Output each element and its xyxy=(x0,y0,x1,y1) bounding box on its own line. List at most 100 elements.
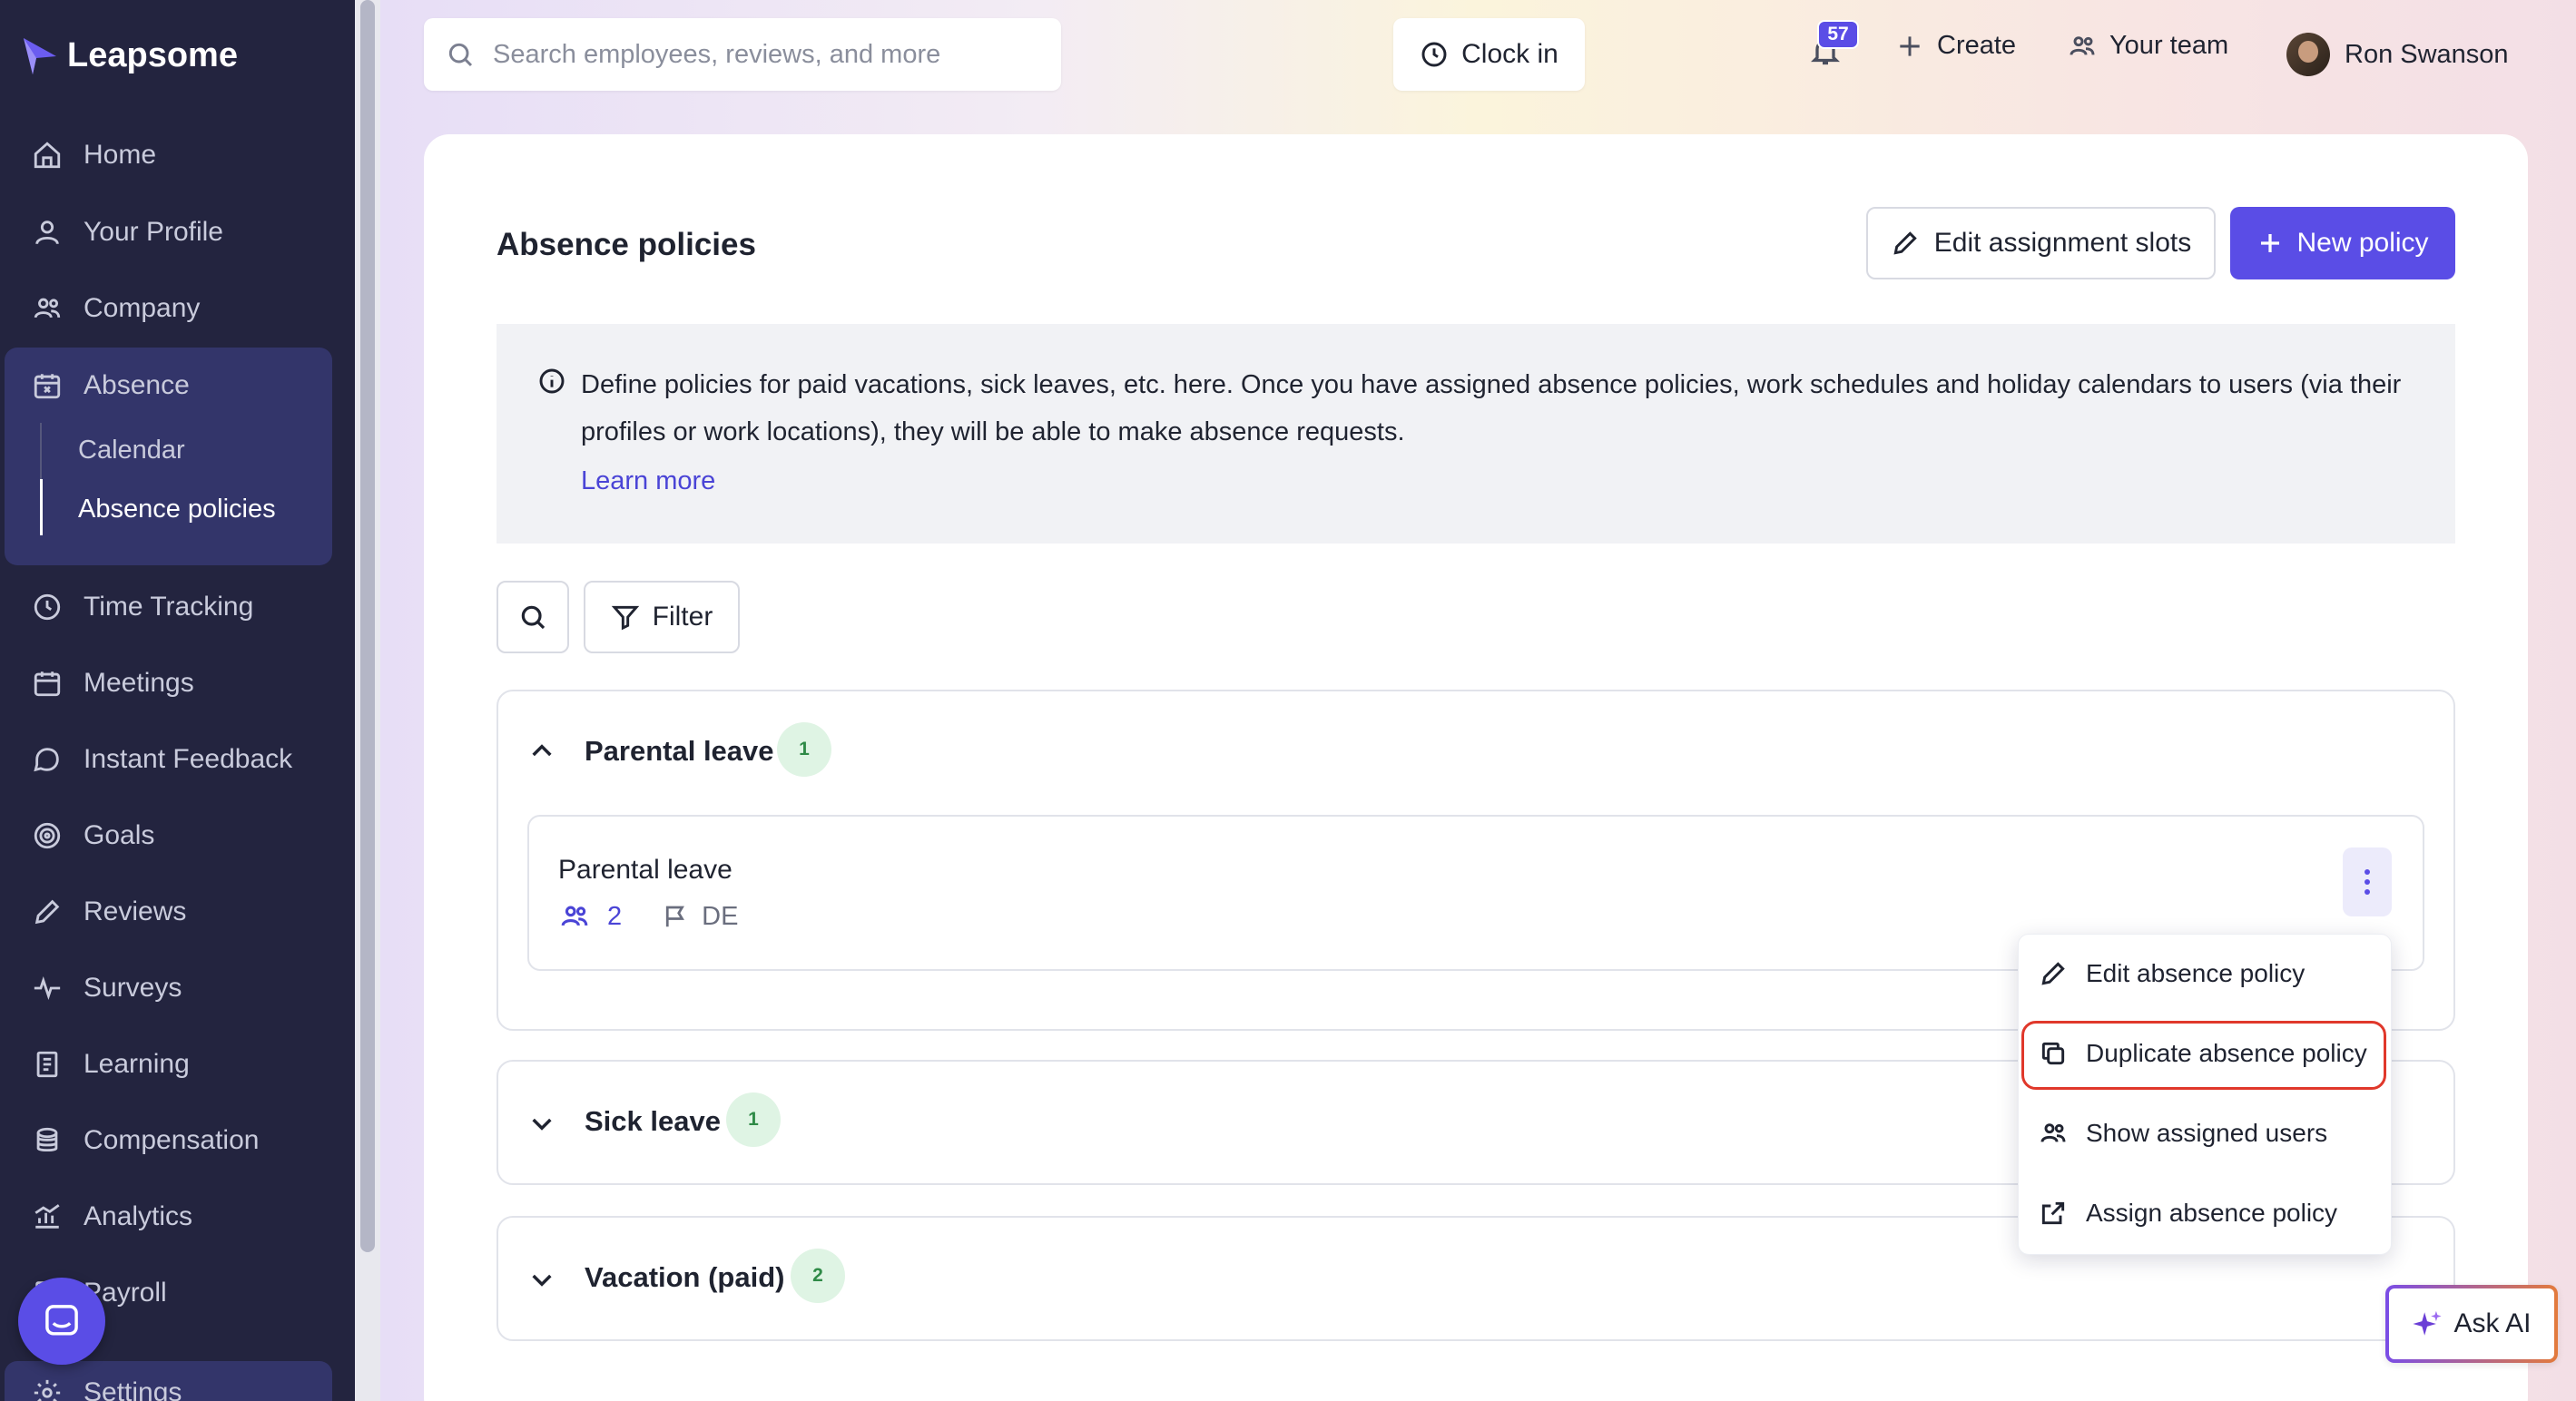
sidebar-item-surveys[interactable]: Surveys xyxy=(0,956,355,1020)
ask-ai-button[interactable]: Ask AI xyxy=(2385,1285,2558,1363)
sidebar: Leapsome Home Your Profile Company Absen… xyxy=(0,0,355,1401)
sidebar-item-meetings[interactable]: Meetings xyxy=(0,652,355,715)
country-code: DE xyxy=(702,901,739,931)
sidebar-item-time-tracking[interactable]: Time Tracking xyxy=(0,575,355,639)
pencil-icon xyxy=(2041,962,2065,985)
calendar-icon xyxy=(31,667,64,700)
sidebar-item-settings[interactable]: Settings xyxy=(0,1361,355,1401)
group-title[interactable]: Vacation (paid) xyxy=(585,1261,784,1294)
sidebar-item-label: Surveys xyxy=(84,973,182,1003)
ask-ai-label: Ask AI xyxy=(2453,1308,2532,1338)
sidebar-item-reviews[interactable]: Reviews xyxy=(0,880,355,944)
count-badge: 2 xyxy=(791,1249,845,1303)
duplicate-icon xyxy=(2041,1042,2065,1065)
sidebar-item-analytics[interactable]: Analytics xyxy=(0,1185,355,1249)
flag-icon xyxy=(666,906,685,927)
filter-icon xyxy=(611,605,639,631)
chevron-down-icon[interactable] xyxy=(527,1265,556,1294)
leapsome-logo-icon xyxy=(24,38,56,74)
sidebar-item-your-profile[interactable]: Your Profile xyxy=(0,201,355,264)
sidebar-item-label: Settings xyxy=(84,1377,182,1401)
search-icon xyxy=(521,605,546,630)
sidebar-item-label: Compensation xyxy=(84,1125,260,1155)
edit-assignment-slots-label: Edit assignment slots xyxy=(1933,228,2192,258)
your-team-label: Your team xyxy=(2109,31,2229,60)
sidebar-subitem-calendar[interactable]: Calendar xyxy=(78,436,185,465)
leapsome-logo[interactable]: Leapsome xyxy=(20,33,238,78)
assigned-users-count[interactable]: 2 xyxy=(558,901,622,932)
clock-icon xyxy=(1421,42,1447,67)
policy-name[interactable]: Parental leave xyxy=(558,855,732,886)
sidebar-item-instant-feedback[interactable]: Instant Feedback xyxy=(0,728,355,791)
global-search[interactable] xyxy=(424,18,1061,91)
new-policy-button[interactable]: New policy xyxy=(2230,207,2455,279)
your-team-button[interactable]: Your team xyxy=(2068,31,2228,61)
support-chat-button[interactable] xyxy=(18,1278,105,1365)
sidebar-item-label: Absence xyxy=(84,370,190,400)
analytics-icon xyxy=(31,1200,64,1233)
brand-name: Leapsome xyxy=(67,35,238,74)
search-input[interactable] xyxy=(493,39,1037,70)
group-title[interactable]: Parental leave xyxy=(585,735,774,768)
create-button[interactable]: Create xyxy=(1895,31,2016,61)
home-icon xyxy=(31,139,64,171)
sidebar-item-company[interactable]: Company xyxy=(0,277,355,340)
new-policy-label: New policy xyxy=(2296,228,2429,258)
info-icon xyxy=(537,367,566,396)
clock-in-button[interactable]: Clock in xyxy=(1393,18,1585,91)
calendar-x-icon xyxy=(31,369,64,402)
page-title: Absence policies xyxy=(497,227,756,262)
sidebar-item-label: Your Profile xyxy=(84,217,223,247)
sidebar-item-label: Learning xyxy=(84,1049,190,1079)
sidebar-item-label: Instant Feedback xyxy=(84,744,293,774)
user-menu[interactable]: Ron Swanson xyxy=(2286,33,2509,76)
sidebar-item-goals[interactable]: Goals xyxy=(0,804,355,867)
people-icon xyxy=(561,906,588,926)
menu-item-assign-absence-policy[interactable]: Assign absence policy xyxy=(2039,1199,2337,1228)
book-icon xyxy=(31,1048,64,1081)
more-options-button[interactable] xyxy=(2343,847,2392,916)
people-icon xyxy=(2040,1123,2066,1142)
avatar xyxy=(2286,33,2330,76)
sidebar-item-label: Company xyxy=(84,293,201,323)
sidebar-item-learning[interactable]: Learning xyxy=(0,1033,355,1096)
sidebar-subitem-absence-policies[interactable]: Absence policies xyxy=(78,495,276,524)
sidebar-item-label: Reviews xyxy=(84,896,187,926)
plus-icon xyxy=(2261,234,2280,252)
subnav-line xyxy=(40,423,42,479)
sidebar-item-label: Goals xyxy=(84,820,155,850)
sparkle-icon xyxy=(2413,1310,2443,1336)
learn-more-link[interactable]: Learn more xyxy=(581,466,715,496)
policy-country: DE xyxy=(662,902,738,932)
search-icon xyxy=(448,43,473,67)
menu-item-edit-absence-policy[interactable]: Edit absence policy xyxy=(2039,959,2305,988)
sidebar-item-label: Time Tracking xyxy=(84,592,254,622)
sidebar-scrollbar[interactable] xyxy=(360,0,375,1252)
sidebar-item-compensation[interactable]: Compensation xyxy=(0,1109,355,1172)
chevron-down-icon[interactable] xyxy=(527,1109,556,1138)
sidebar-item-label: Meetings xyxy=(84,668,194,698)
sidebar-item-label: Analytics xyxy=(84,1201,193,1231)
create-label: Create xyxy=(1937,31,2017,60)
menu-item-label: Assign absence policy xyxy=(2086,1199,2338,1227)
menu-item-show-assigned-users[interactable]: Show assigned users xyxy=(2039,1119,2327,1148)
users-count: 2 xyxy=(607,901,623,931)
subnav-active-indicator xyxy=(40,479,43,535)
search-button[interactable] xyxy=(497,581,569,653)
sidebar-item-absence[interactable]: Absence xyxy=(0,354,355,417)
chat-icon xyxy=(31,743,64,776)
chat-icon xyxy=(45,1305,78,1336)
group-title[interactable]: Sick leave xyxy=(585,1105,721,1138)
sidebar-item-home[interactable]: Home xyxy=(0,123,355,187)
chevron-up-icon[interactable] xyxy=(527,737,556,766)
target-icon xyxy=(31,819,64,852)
plus-icon xyxy=(1900,35,1920,56)
pulse-icon xyxy=(31,972,64,1004)
pencil-icon xyxy=(31,896,64,928)
notifications-badge: 57 xyxy=(1817,20,1859,49)
edit-assignment-slots-button[interactable]: Edit assignment slots xyxy=(1866,207,2216,279)
menu-item-duplicate-absence-policy[interactable]: Duplicate absence policy xyxy=(2039,1039,2367,1068)
menu-item-label: Duplicate absence policy xyxy=(2086,1039,2367,1067)
pencil-icon xyxy=(1893,231,1917,255)
filter-button[interactable]: Filter xyxy=(584,581,740,653)
